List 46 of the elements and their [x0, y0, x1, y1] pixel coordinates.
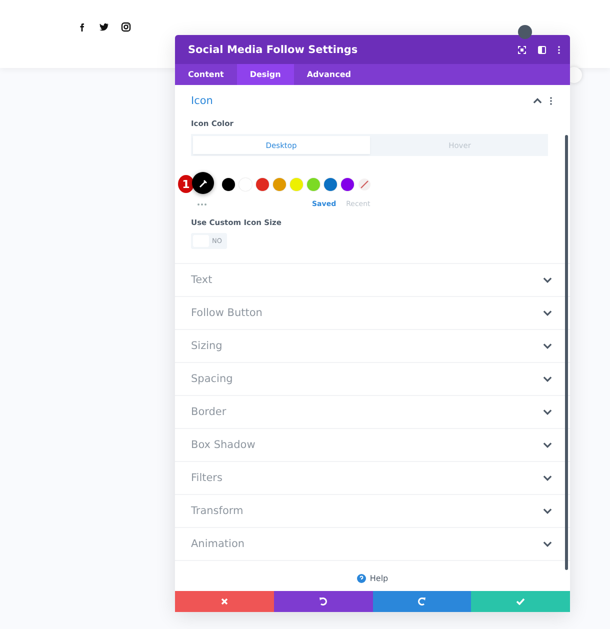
section-title[interactable]: Spacing: [191, 373, 233, 385]
close-icon: [220, 598, 228, 605]
section-title[interactable]: Icon: [191, 95, 213, 107]
tab[interactable]: Design: [236, 64, 294, 85]
tab[interactable]: Content: [175, 64, 237, 85]
chevron-down-icon[interactable]: [543, 277, 552, 283]
color-swatch[interactable]: [341, 178, 354, 190]
layout-icon[interactable]: [538, 46, 546, 54]
step-badge: 1: [178, 175, 194, 193]
color-swatch[interactable]: [222, 178, 235, 190]
chevron-down-icon[interactable]: [543, 409, 552, 415]
chevron-down-icon[interactable]: [543, 376, 552, 382]
undo-icon: [318, 597, 328, 606]
no-color-icon[interactable]: [358, 178, 371, 190]
color-swatch[interactable]: [273, 178, 286, 190]
color-picker-button[interactable]: [192, 172, 214, 194]
section-title[interactable]: Animation: [191, 538, 245, 550]
twitter-icon[interactable]: [99, 22, 109, 32]
chevron-down-icon[interactable]: [543, 310, 552, 316]
chevron-down-icon[interactable]: [543, 475, 552, 481]
color-swatch[interactable]: [290, 178, 303, 190]
section-title[interactable]: Box Shadow: [191, 439, 256, 451]
chevron-down-icon[interactable]: [543, 343, 552, 349]
chevron-down-icon[interactable]: [543, 508, 552, 514]
eyedropper-icon: [198, 178, 208, 188]
section-title[interactable]: Follow Button: [191, 307, 262, 319]
fullscreen-icon[interactable]: [518, 46, 526, 54]
help-link[interactable]: Help: [370, 574, 388, 582]
section-title[interactable]: Sizing: [191, 340, 222, 352]
color-swatch[interactable]: [256, 178, 269, 190]
help-icon[interactable]: [356, 574, 366, 582]
tab[interactable]: Advanced: [294, 64, 364, 85]
chevron-up-icon[interactable]: [533, 98, 542, 104]
panel-title: Social Media Follow Settings: [188, 44, 359, 56]
facebook-icon[interactable]: [77, 22, 87, 32]
section-title[interactable]: Filters: [191, 472, 222, 484]
chevron-down-icon[interactable]: [543, 442, 552, 448]
color-swatch[interactable]: [324, 178, 337, 190]
section-title[interactable]: Transform: [191, 505, 244, 517]
color-swatch[interactable]: [307, 178, 320, 190]
chevron-down-icon[interactable]: [543, 541, 552, 547]
redo-icon: [417, 597, 426, 606]
instagram-icon[interactable]: [121, 22, 131, 32]
section-title[interactable]: Border: [191, 406, 226, 418]
check-icon: [516, 598, 526, 605]
section-title[interactable]: Text: [191, 274, 212, 286]
